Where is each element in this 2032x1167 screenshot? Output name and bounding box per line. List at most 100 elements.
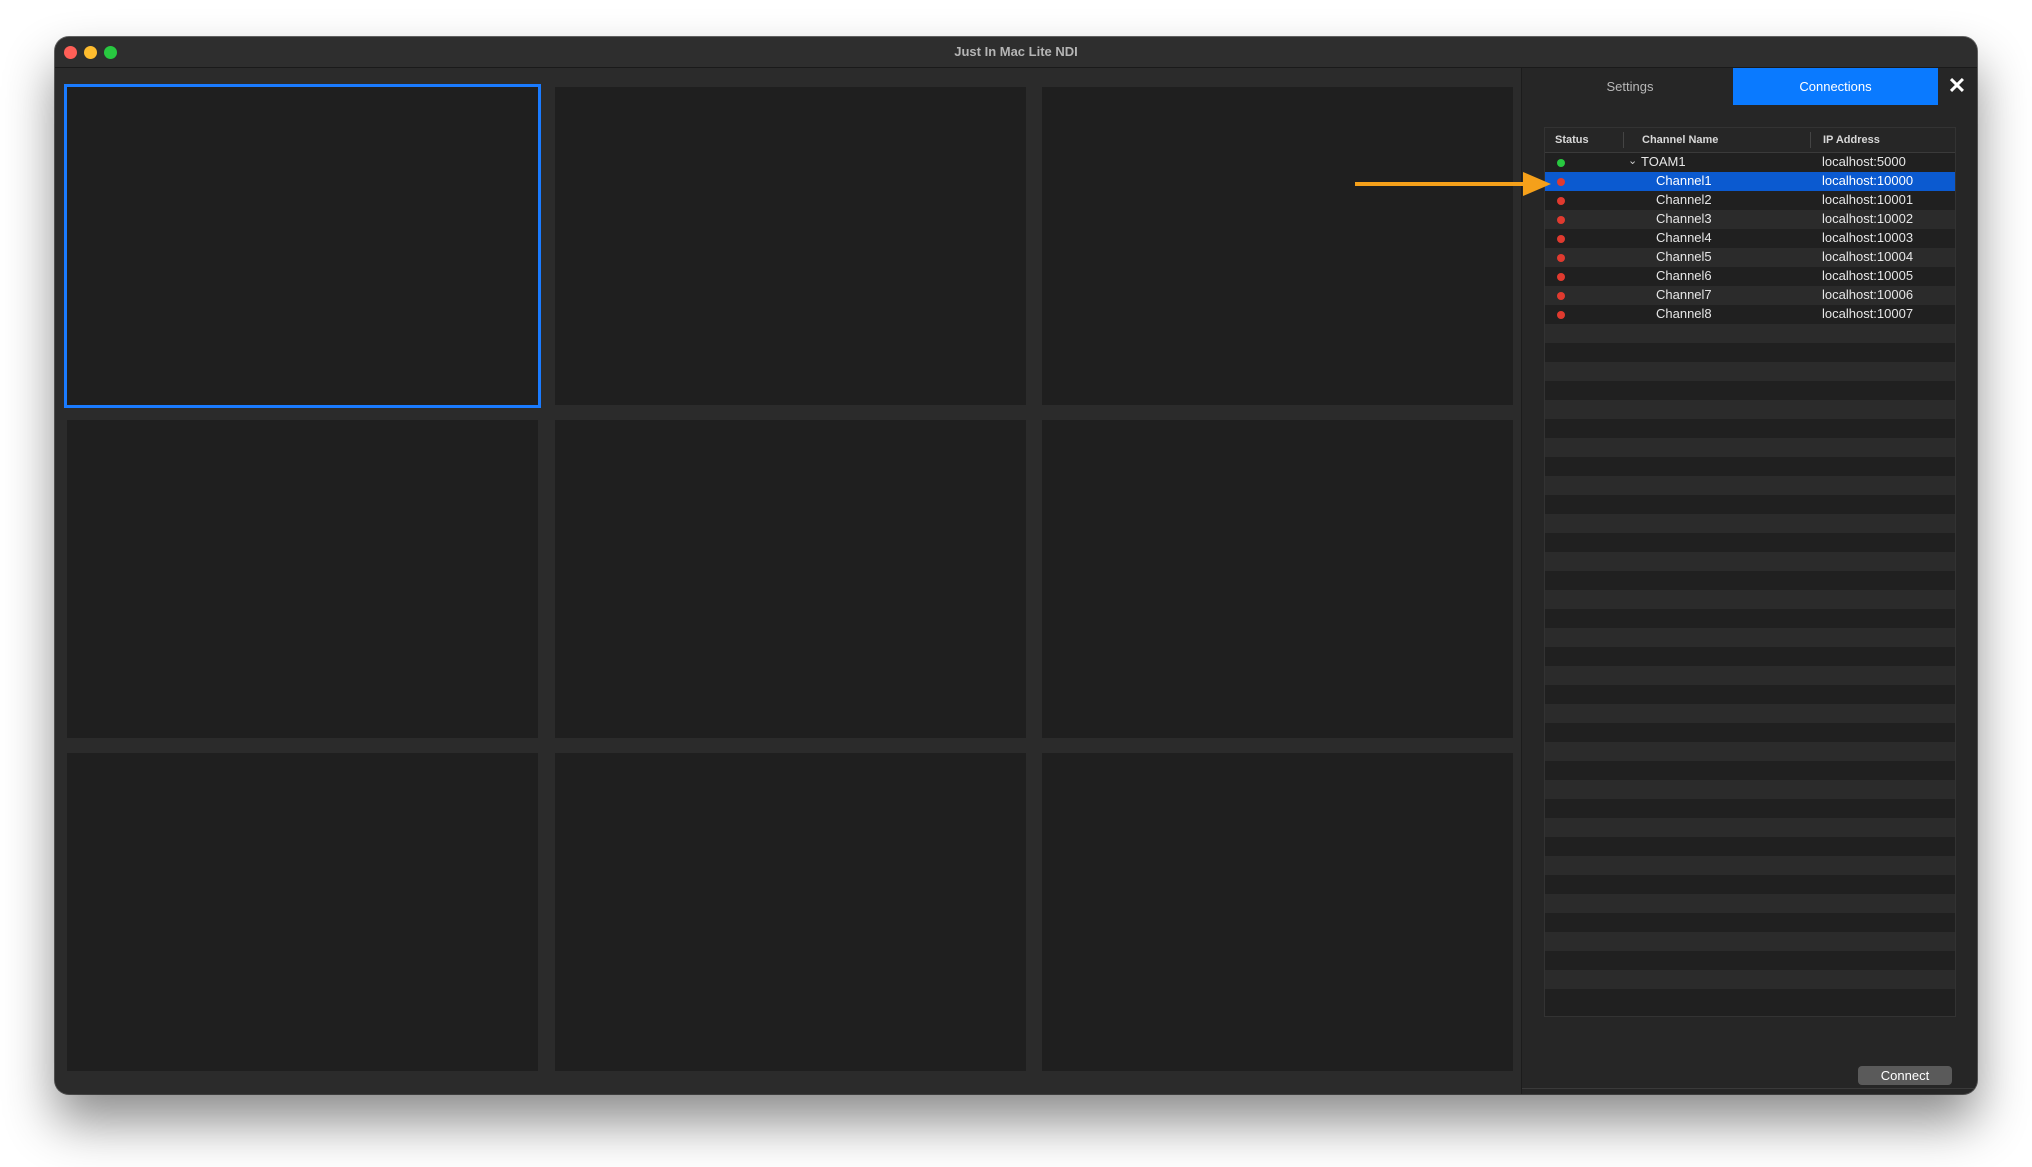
column-header-channel-name[interactable]: Channel Name <box>1642 134 1718 146</box>
table-header: Status Channel Name IP Address <box>1545 128 1955 153</box>
table-row-empty <box>1545 400 1955 419</box>
channel-name: Channel2 <box>1656 192 1712 207</box>
table-row-group[interactable]: ⌄ TOAM1 localhost:5000 <box>1545 153 1955 172</box>
column-header-ip-address[interactable]: IP Address <box>1823 134 1880 146</box>
table-row[interactable]: Channel8 localhost:10007 <box>1545 305 1955 324</box>
table-row-empty <box>1545 343 1955 362</box>
panel-divider <box>1522 1088 1977 1089</box>
table-row-empty <box>1545 381 1955 400</box>
table-row-empty <box>1545 894 1955 913</box>
status-dot <box>1557 254 1565 262</box>
table-body: ⌄ TOAM1 localhost:5000 Channel1 localhost:10… <box>1545 153 1955 1008</box>
window-title: Just In Mac Lite NDI <box>954 44 1078 59</box>
table-row[interactable]: Channel3 localhost:10002 <box>1545 210 1955 229</box>
ip-address: localhost:10006 <box>1822 287 1914 302</box>
ip-address: localhost:10000 <box>1822 173 1914 188</box>
table-row-empty <box>1545 989 1955 1008</box>
table-row-empty <box>1545 951 1955 970</box>
status-dot <box>1557 292 1565 300</box>
table-row-empty <box>1545 970 1955 989</box>
table-row-empty <box>1545 514 1955 533</box>
video-grid <box>55 68 1521 1094</box>
status-dot <box>1557 216 1565 224</box>
ip-address: localhost:5000 <box>1822 154 1906 169</box>
annotation-arrow-head <box>1523 172 1551 196</box>
annotation-arrow <box>1355 172 1551 196</box>
table-row-empty <box>1545 552 1955 571</box>
table-row-empty <box>1545 799 1955 818</box>
table-row-empty <box>1545 457 1955 476</box>
video-cell-7[interactable] <box>67 753 538 1071</box>
table-row[interactable]: Channel6 localhost:10005 <box>1545 267 1955 286</box>
channel-name: Channel5 <box>1656 249 1712 264</box>
table-row-empty <box>1545 647 1955 666</box>
connect-button[interactable]: Connect <box>1858 1066 1952 1085</box>
table-row-empty <box>1545 723 1955 742</box>
video-cell-9[interactable] <box>1042 753 1513 1071</box>
table-row-empty <box>1545 590 1955 609</box>
table-row-empty <box>1545 324 1955 343</box>
chevron-down-icon[interactable]: ⌄ <box>1628 154 1637 167</box>
column-header-status[interactable]: Status <box>1555 134 1589 146</box>
table-row[interactable]: Channel2 localhost:10001 <box>1545 191 1955 210</box>
status-dot <box>1557 178 1565 186</box>
table-row-empty <box>1545 533 1955 552</box>
table-row[interactable]: Channel4 localhost:10003 <box>1545 229 1955 248</box>
video-cell-1[interactable] <box>64 84 541 408</box>
table-row-empty <box>1545 362 1955 381</box>
table-row-empty <box>1545 628 1955 647</box>
column-divider[interactable] <box>1623 132 1624 148</box>
table-row-empty <box>1545 742 1955 761</box>
table-row[interactable]: Channel1 localhost:10000 <box>1545 172 1955 191</box>
connections-table: Status Channel Name IP Address ⌄ TOAM1 loc… <box>1544 127 1956 1017</box>
ip-address: localhost:10004 <box>1822 249 1914 264</box>
status-dot <box>1557 235 1565 243</box>
status-dot <box>1557 311 1565 319</box>
status-dot <box>1557 159 1565 167</box>
title-bar: Just In Mac Lite NDI <box>55 37 1977 68</box>
channel-name: Channel1 <box>1656 173 1712 188</box>
table-row[interactable]: Channel7 localhost:10006 <box>1545 286 1955 305</box>
app-window: Just In Mac Lite NDI Settings Connection… <box>55 37 1977 1094</box>
column-divider[interactable] <box>1810 132 1811 148</box>
table-row-empty <box>1545 818 1955 837</box>
ip-address: localhost:10002 <box>1822 211 1914 226</box>
table-row-empty <box>1545 856 1955 875</box>
video-cell-2[interactable] <box>555 87 1026 405</box>
table-row-empty <box>1545 438 1955 457</box>
table-row-empty <box>1545 666 1955 685</box>
table-row-empty <box>1545 875 1955 894</box>
video-cell-6[interactable] <box>1042 420 1513 738</box>
tab-connections[interactable]: Connections <box>1733 68 1938 105</box>
channel-name: Channel4 <box>1656 230 1712 245</box>
side-panel: Settings Connections ✕ Status Channel Na… <box>1521 68 1977 1094</box>
table-row-empty <box>1545 495 1955 514</box>
ip-address: localhost:10007 <box>1822 306 1914 321</box>
table-row-empty <box>1545 761 1955 780</box>
table-row-empty <box>1545 780 1955 799</box>
table-row-empty <box>1545 704 1955 723</box>
ip-address: localhost:10005 <box>1822 268 1914 283</box>
table-row-empty <box>1545 476 1955 495</box>
ip-address: localhost:10003 <box>1822 230 1914 245</box>
tab-settings[interactable]: Settings <box>1532 68 1728 105</box>
table-row-empty <box>1545 571 1955 590</box>
table-row-empty <box>1545 609 1955 628</box>
channel-name: Channel7 <box>1656 287 1712 302</box>
table-row-empty <box>1545 419 1955 438</box>
ip-address: localhost:10001 <box>1822 192 1914 207</box>
status-dot <box>1557 273 1565 281</box>
video-cell-4[interactable] <box>67 420 538 738</box>
close-icon[interactable]: ✕ <box>1944 73 1970 99</box>
table-row-empty <box>1545 837 1955 856</box>
video-cell-8[interactable] <box>555 753 1026 1071</box>
table-row[interactable]: Channel5 localhost:10004 <box>1545 248 1955 267</box>
channel-name: Channel8 <box>1656 306 1712 321</box>
table-row-empty <box>1545 932 1955 951</box>
channel-name: Channel3 <box>1656 211 1712 226</box>
video-cell-3[interactable] <box>1042 87 1513 405</box>
table-row-empty <box>1545 685 1955 704</box>
video-cell-5[interactable] <box>555 420 1026 738</box>
status-dot <box>1557 197 1565 205</box>
table-row-empty <box>1545 913 1955 932</box>
